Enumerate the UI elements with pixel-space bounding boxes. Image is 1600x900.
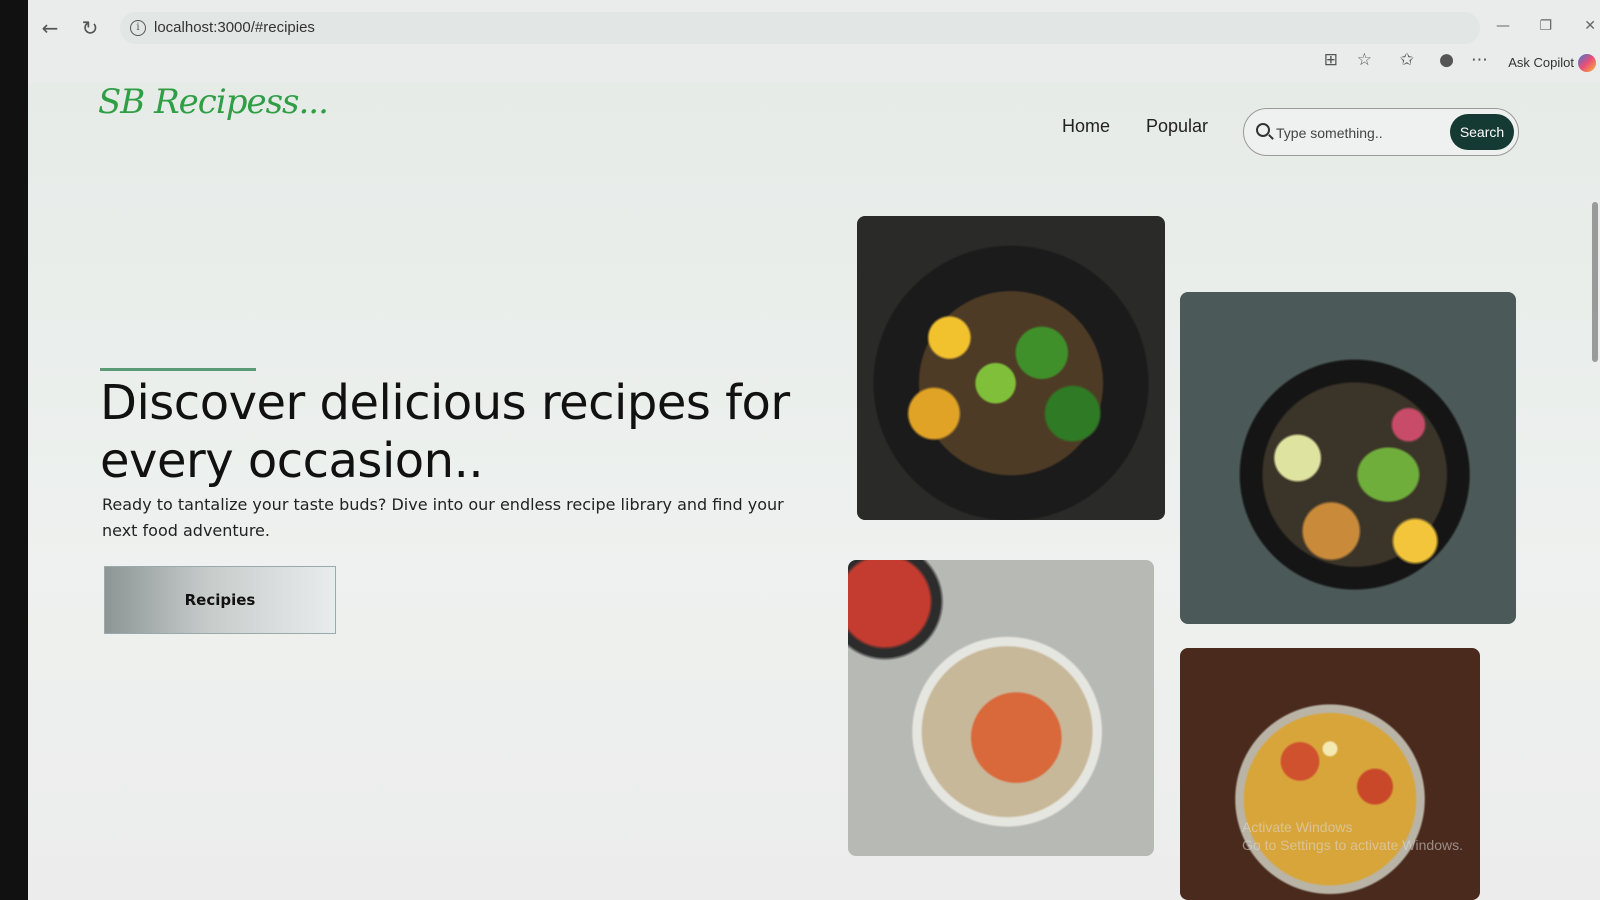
page-scrollbar[interactable] xyxy=(1592,202,1598,362)
search-form: Search xyxy=(1243,108,1519,156)
browser-window: ← ↻ i localhost:3000/#recipies — ❐ ✕ ⊞ ☆… xyxy=(28,0,1600,900)
avocado-bowl-image xyxy=(1180,292,1516,624)
search-icon xyxy=(1256,123,1270,137)
star-icon[interactable]: ☆ xyxy=(1357,50,1372,70)
browser-toolbar: ← ↻ i localhost:3000/#recipies — ❐ ✕ xyxy=(28,8,1600,52)
nav-home-link[interactable]: Home xyxy=(1062,116,1110,137)
search-input[interactable] xyxy=(1276,121,1446,145)
browser-tools: ⊞ ☆ ✩ ● ⋯ Ask Copilot xyxy=(1280,50,1600,80)
more-icon[interactable]: ⋯ xyxy=(1471,50,1488,70)
close-icon[interactable]: ✕ xyxy=(1584,18,1596,34)
profile-icon[interactable]: ● xyxy=(1439,50,1454,70)
reload-icon[interactable]: ↻ xyxy=(78,16,102,40)
site-logo[interactable]: SB Recipess... xyxy=(98,82,329,122)
ask-copilot-button[interactable]: Ask Copilot xyxy=(1508,55,1574,70)
hero-description: Ready to tantalize your taste buds? Dive… xyxy=(102,495,784,540)
back-icon[interactable]: ← xyxy=(38,16,62,40)
nav-popular-link[interactable]: Popular xyxy=(1146,116,1208,137)
address-bar[interactable]: i localhost:3000/#recipies xyxy=(120,12,1480,44)
search-button[interactable]: Search xyxy=(1450,114,1514,150)
page-content: SB Recipess... Home Popular Search Disco… xyxy=(28,82,1600,900)
stir-fry-vegetables-image xyxy=(857,216,1165,520)
favorites-icon[interactable]: ✩ xyxy=(1400,50,1414,70)
sweet-potato-salad-image xyxy=(848,560,1154,856)
apps-icon[interactable]: ⊞ xyxy=(1324,50,1338,70)
hero-title: Discover delicious recipes for every occ… xyxy=(100,375,790,489)
watermark-line-1: Activate Windows xyxy=(1242,819,1353,835)
biryani-image xyxy=(1180,648,1480,900)
windows-activation-watermark: Activate Windows Go to Settings to activ… xyxy=(1242,818,1463,854)
info-icon[interactable]: i xyxy=(130,20,146,36)
copilot-icon[interactable] xyxy=(1578,54,1596,72)
minimize-icon[interactable]: — xyxy=(1496,18,1510,34)
recipes-button[interactable]: Recipies xyxy=(104,566,336,634)
restore-icon[interactable]: ❐ xyxy=(1539,18,1552,34)
hero-accent-line xyxy=(100,368,256,371)
url-text: localhost:3000/#recipies xyxy=(154,19,315,36)
watermark-line-2: Go to Settings to activate Windows. xyxy=(1242,837,1463,853)
